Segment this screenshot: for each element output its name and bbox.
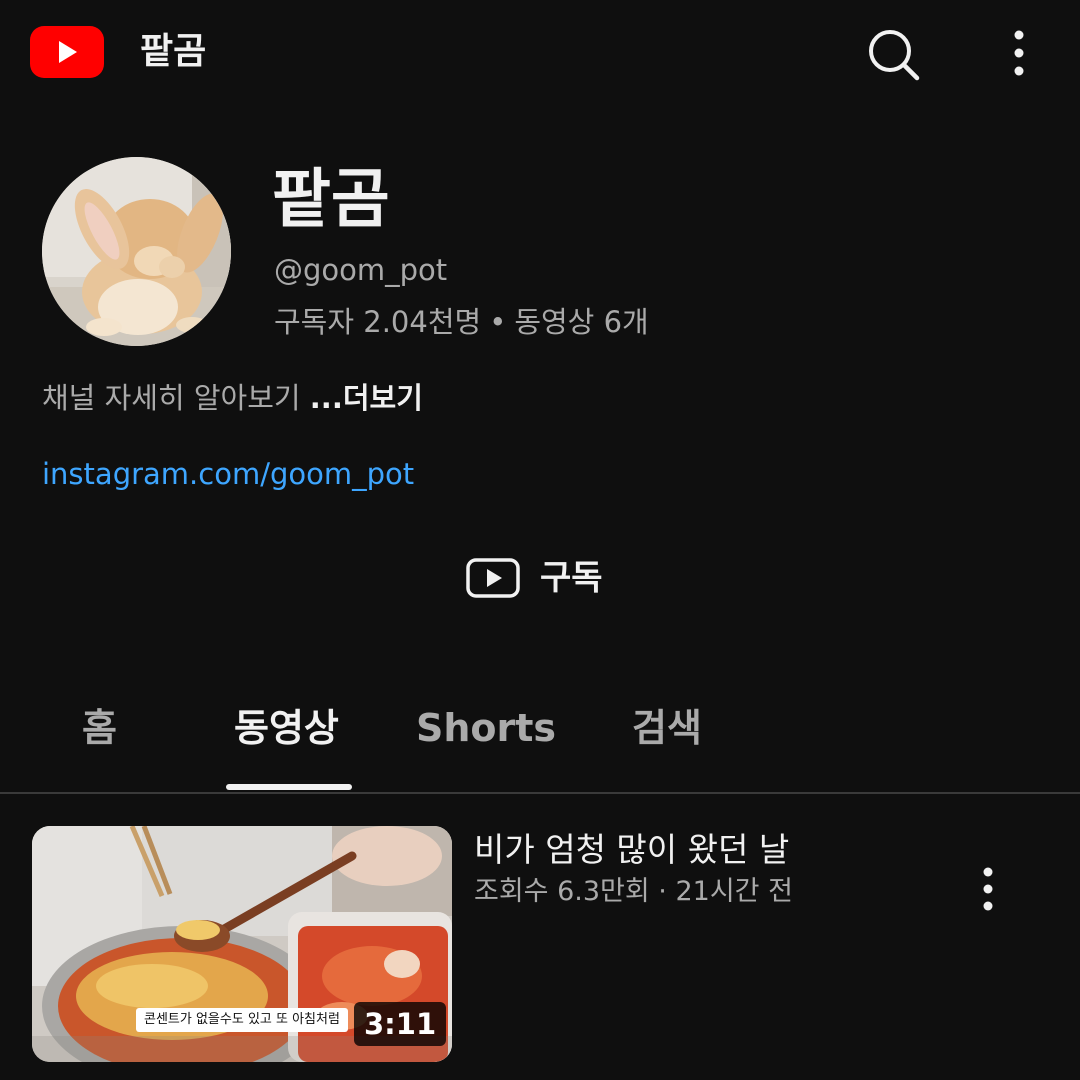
stats-separator: • [489, 305, 507, 339]
video-list-item[interactable]: 콘센트가 없을수도 있고 또 아침처럼 3:11 비가 엄청 많이 왔던 날 조… [0, 810, 1080, 1080]
channel-about[interactable]: 채널 자세히 알아보기 ...더보기 [42, 378, 423, 418]
video-duration: 3:11 [354, 1002, 447, 1046]
more-options-button[interactable] [996, 26, 1042, 80]
rabbit-avatar-image [42, 157, 231, 346]
video-title[interactable]: 비가 엄청 많이 왔던 날 [474, 828, 789, 872]
video-thumbnail[interactable]: 콘센트가 없을수도 있고 또 아침처럼 3:11 [32, 826, 452, 1062]
subscribe-label: 구독 [540, 558, 603, 598]
channel-page: 팥곰 팥곰 @goom_pot 구독자 2.04천명 • 동영상 6개 채널 자… [0, 0, 1080, 1080]
video-count: 동영상 6개 [514, 305, 649, 339]
about-more-link[interactable]: ...더보기 [310, 381, 423, 415]
top-bar-title: 팥곰 [140, 31, 207, 72]
search-button[interactable] [864, 26, 922, 84]
more-vert-icon [983, 867, 993, 911]
channel-name: 팥곰 [272, 163, 390, 237]
active-tab-indicator [226, 784, 352, 790]
channel-avatar[interactable] [42, 157, 231, 346]
video-more-button[interactable] [966, 864, 1010, 914]
tabs-divider [0, 792, 1080, 794]
more-vert-icon [1014, 30, 1024, 76]
play-outline-icon [466, 558, 520, 598]
tab-home[interactable]: 홈 [82, 698, 117, 758]
about-text: 채널 자세히 알아보기 [42, 381, 301, 415]
youtube-logo-icon[interactable] [30, 26, 104, 78]
tab-shorts[interactable]: Shorts [416, 698, 556, 758]
channel-handle: @goom_pot [274, 253, 448, 287]
subscribe-button[interactable]: 구독 [460, 548, 620, 608]
tab-search[interactable]: 검색 [632, 698, 702, 758]
channel-external-link[interactable]: instagram.com/goom_pot [42, 454, 414, 494]
subscriber-count: 구독자 2.04천명 [274, 305, 482, 339]
video-meta: 조회수 6.3만회 · 21시간 전 [474, 876, 793, 907]
tab-videos[interactable]: 동영상 [234, 698, 339, 758]
search-icon [869, 30, 920, 81]
top-app-bar: 팥곰 [0, 0, 1080, 110]
thumbnail-caption: 콘센트가 없을수도 있고 또 아침처럼 [136, 1008, 348, 1032]
channel-stats: 구독자 2.04천명 • 동영상 6개 [274, 302, 649, 342]
channel-tabs: 홈 동영상 Shorts 검색 [0, 690, 1080, 794]
